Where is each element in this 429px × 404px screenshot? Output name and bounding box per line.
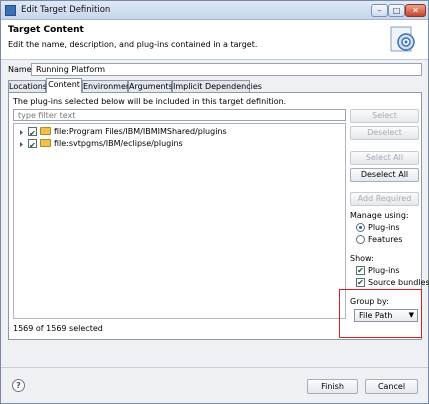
filter-input[interactable]: type filter text	[13, 109, 346, 121]
checkbox-checked-icon[interactable]: ✔	[28, 127, 37, 138]
app-icon	[5, 5, 16, 16]
tree-item-label: file:svtpgms/IBM/eclipse/plugins	[54, 139, 183, 148]
show-source-bundles-label: Source bundles	[368, 278, 429, 287]
close-button[interactable]: ✕	[405, 4, 426, 17]
finish-button[interactable]: Finish	[307, 379, 358, 394]
show-source-bundles-checkbox[interactable]: ✔	[356, 278, 365, 287]
show-plugins-checkbox[interactable]: ✔	[356, 266, 365, 275]
dialog-header: Target Content Edit the name, descriptio…	[1, 20, 428, 60]
help-icon[interactable]: ?	[12, 379, 25, 392]
show-plugins-label: Plug-ins	[368, 266, 400, 275]
chevron-right-icon[interactable]	[18, 128, 25, 135]
tab-content[interactable]: Content	[46, 78, 82, 93]
target-definition-icon	[390, 26, 415, 52]
add-required-button[interactable]: Add Required	[350, 192, 419, 206]
header-title: Target Content	[8, 25, 84, 35]
plugin-tree: ✔ file:Program Files/IBM/IBMIMShared/plu…	[13, 123, 346, 319]
radio-features-label: Features	[368, 235, 403, 244]
selection-status: 1569 of 1569 selected	[13, 324, 103, 333]
show-label: Show:	[350, 254, 374, 263]
folder-icon	[40, 127, 51, 135]
chevron-right-icon[interactable]	[18, 140, 25, 147]
radio-plugins-label: Plug-ins	[368, 223, 400, 232]
deselect-all-button[interactable]: Deselect All	[350, 168, 419, 182]
minimize-button[interactable]: –	[371, 4, 388, 17]
highlight-box	[339, 289, 422, 338]
tree-item-label: file:Program Files/IBM/IBMIMShared/plugi…	[54, 127, 227, 136]
title-bar: Edit Target Definition – □ ✕	[1, 1, 428, 20]
cancel-button[interactable]: Cancel	[365, 379, 418, 394]
maximize-button[interactable]: □	[388, 4, 405, 17]
select-button[interactable]: Select	[350, 109, 419, 123]
radio-plugins[interactable]	[356, 223, 365, 232]
deselect-button[interactable]: Deselect	[350, 126, 419, 140]
footer-separator	[1, 367, 428, 368]
name-input[interactable]: Running Platform	[31, 63, 422, 76]
content-intro: The plug-ins selected below will be incl…	[13, 97, 287, 106]
header-description: Edit the name, description, and plug-ins…	[8, 40, 258, 49]
window-title: Edit Target Definition	[21, 5, 111, 15]
select-all-button[interactable]: Select All	[350, 151, 419, 165]
checkbox-checked-icon[interactable]: ✔	[28, 139, 37, 150]
folder-icon	[40, 139, 51, 147]
edit-target-definition-dialog: Edit Target Definition – □ ✕ Target Cont…	[0, 0, 429, 404]
manage-using-label: Manage using:	[350, 211, 409, 220]
radio-features[interactable]	[356, 235, 365, 244]
